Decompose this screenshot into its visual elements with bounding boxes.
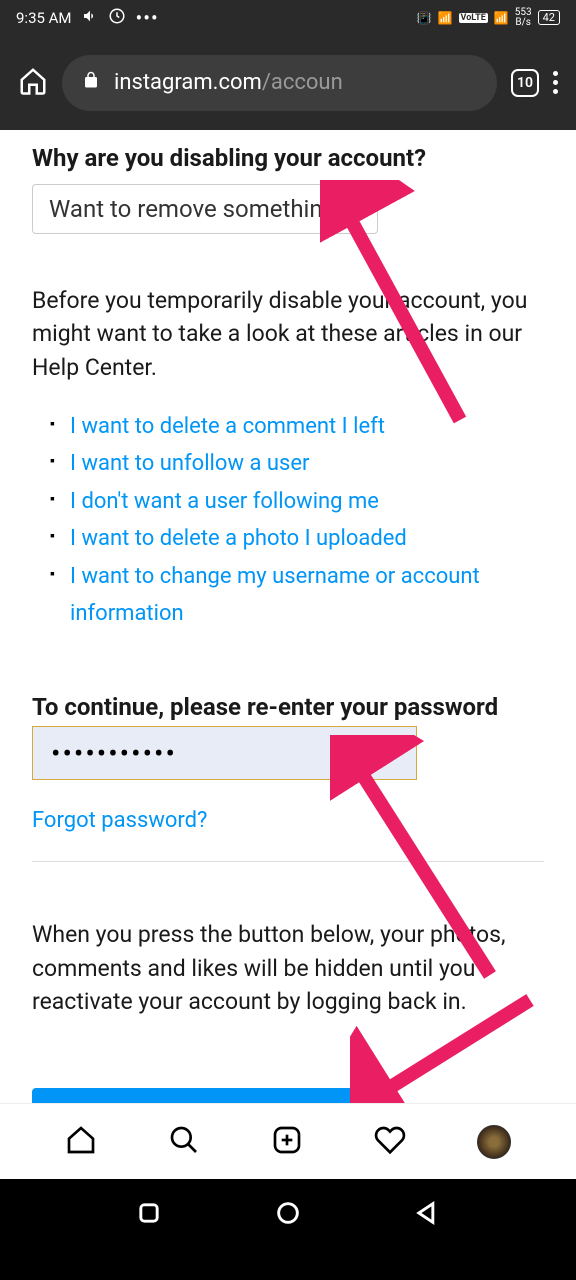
nav-home-icon[interactable] xyxy=(65,1124,97,1160)
reason-select[interactable]: Want to remove something ⌄ xyxy=(32,184,378,234)
browser-home-button[interactable] xyxy=(18,66,48,100)
battery-indicator: 42 xyxy=(538,10,560,25)
temporarily-disable-button[interactable]: Temporarily Disable Account xyxy=(32,1088,370,1103)
status-time: 9:35 AM xyxy=(16,9,72,27)
password-input[interactable]: ••••••••••• xyxy=(32,726,417,780)
help-link[interactable]: I want to delete a photo I uploaded xyxy=(50,520,544,557)
help-link[interactable]: I want to change my username or account … xyxy=(50,558,544,633)
back-button[interactable] xyxy=(413,1199,441,1231)
confirm-text: When you press the button below, your ph… xyxy=(32,918,544,1018)
help-intro-text: Before you temporarily disable your acco… xyxy=(32,284,544,384)
volume-icon xyxy=(82,8,98,28)
instagram-bottom-nav xyxy=(0,1103,576,1179)
network-speed: 553 B/s xyxy=(515,8,532,28)
page-content: Why are you disabling your account? Want… xyxy=(0,130,576,1103)
whatsapp-icon xyxy=(108,7,126,29)
nav-add-post-icon[interactable] xyxy=(271,1124,303,1160)
lock-icon xyxy=(82,70,100,95)
url-text: instagram.com/accoun xyxy=(114,70,343,95)
home-button[interactable] xyxy=(274,1199,302,1231)
recent-apps-button[interactable] xyxy=(135,1199,163,1231)
signal-icon-2: 📶 xyxy=(494,11,509,25)
nav-search-icon[interactable] xyxy=(168,1124,200,1160)
browser-toolbar: instagram.com/accoun 10 xyxy=(0,35,576,130)
nav-profile-avatar[interactable] xyxy=(477,1125,511,1159)
help-link[interactable]: I want to delete a comment I left xyxy=(50,408,544,445)
more-notifications-icon: ••• xyxy=(136,6,159,30)
help-links-list: I want to delete a comment I left I want… xyxy=(32,408,544,632)
forgot-password-link[interactable]: Forgot password? xyxy=(32,808,544,833)
vibrate-icon: 📳 xyxy=(417,11,432,25)
help-link[interactable]: I want to unfollow a user xyxy=(50,445,544,482)
android-nav-bar xyxy=(0,1179,576,1250)
android-status-bar: 9:35 AM ••• 📳 📶 VoLTE 📶 553 B/s 42 xyxy=(0,0,576,35)
browser-menu-button[interactable] xyxy=(553,71,558,94)
volte-badge: VoLTE xyxy=(459,13,488,23)
signal-icon: 📶 xyxy=(438,11,453,25)
reason-selected-label: Want to remove something xyxy=(49,195,336,223)
section-divider xyxy=(32,861,544,862)
help-link[interactable]: I don't want a user following me xyxy=(50,483,544,520)
disable-reason-heading: Why are you disabling your account? xyxy=(32,144,544,172)
chevron-down-icon: ⌄ xyxy=(346,199,361,220)
nav-activity-icon[interactable] xyxy=(374,1124,406,1160)
tab-count-button[interactable]: 10 xyxy=(511,69,539,97)
url-bar[interactable]: instagram.com/accoun xyxy=(62,55,497,111)
password-heading: To continue, please re-enter your passwo… xyxy=(32,692,544,722)
